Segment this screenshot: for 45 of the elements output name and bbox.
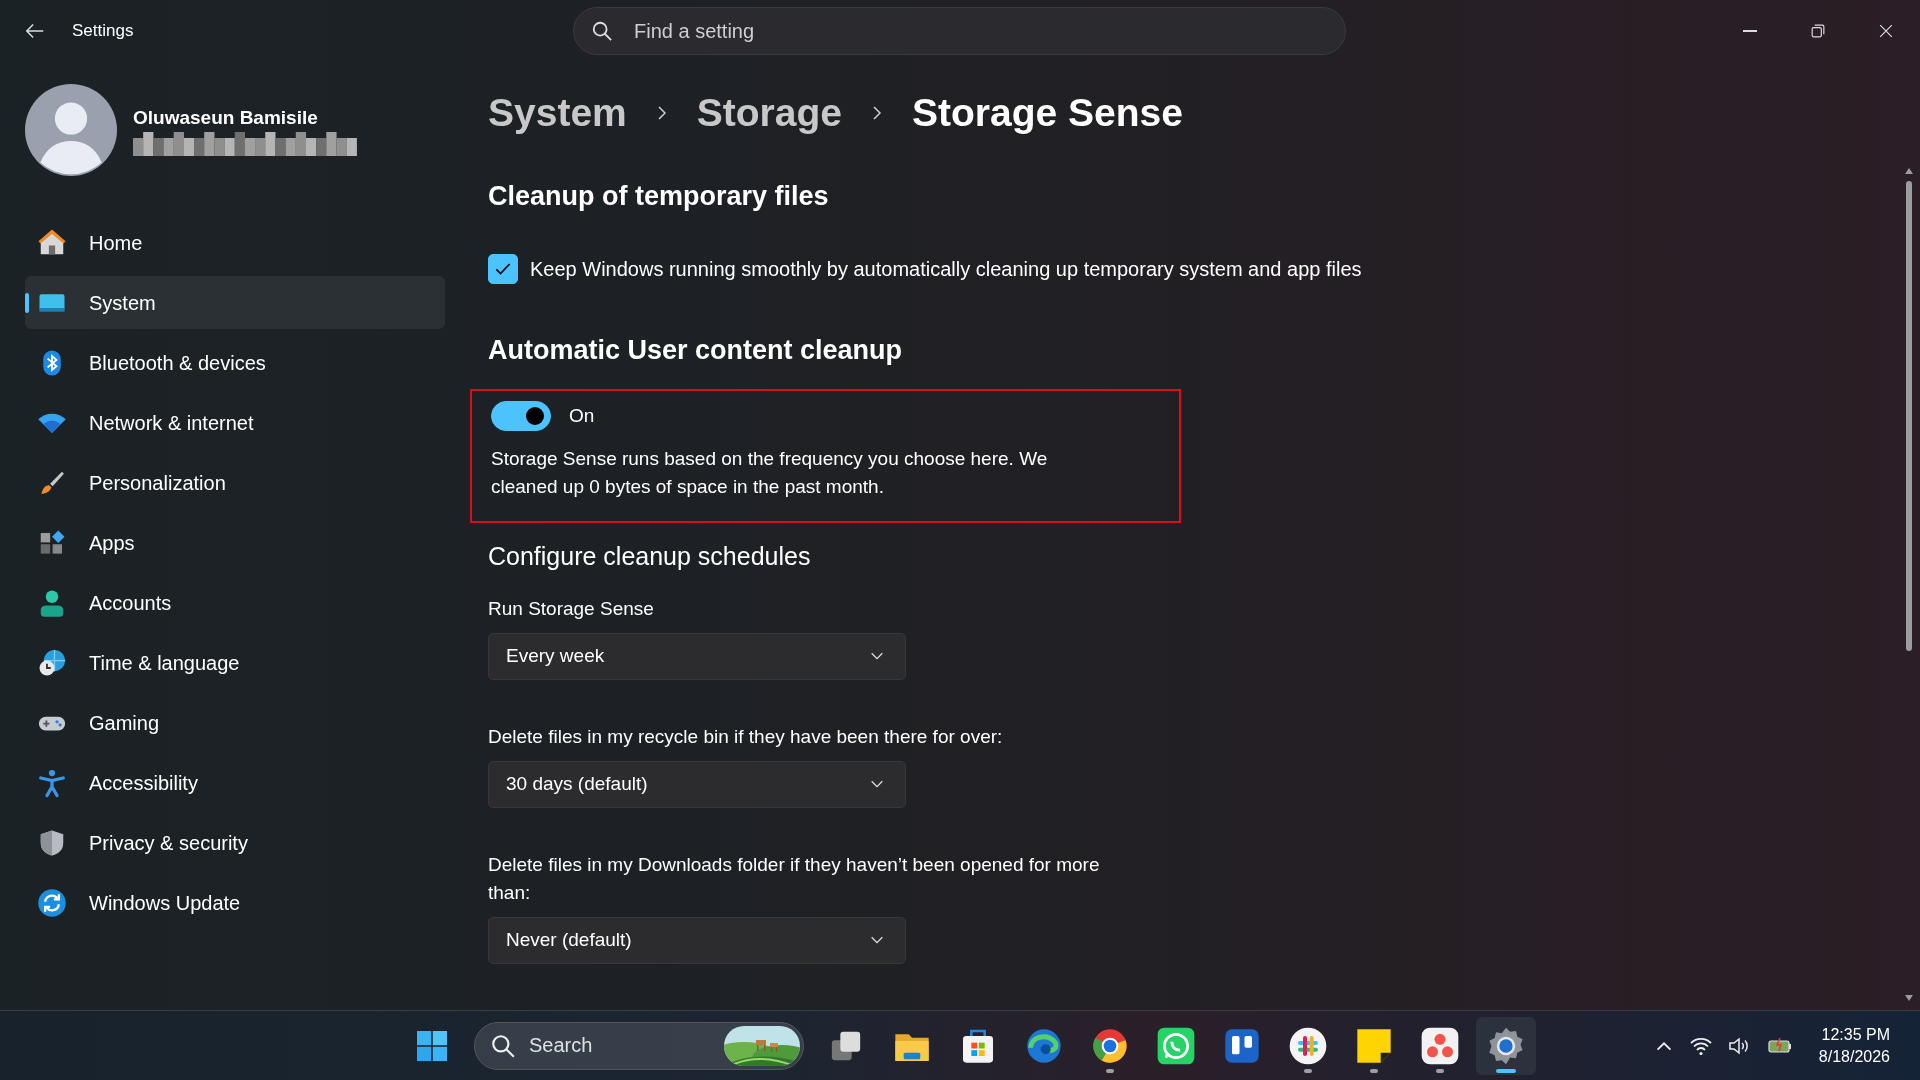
setting-label: Delete files in my Downloads folder if they haven’t been opened for more than: (488, 852, 1101, 905)
clock-time: 12:35 PM (1820, 1024, 1890, 1045)
sidebar-item[interactable]: Gaming (25, 696, 445, 749)
window-title: Settings (72, 20, 134, 43)
subsection-heading: Configure cleanup schedules (488, 540, 812, 571)
breadcrumb-item[interactable]: Storage (696, 83, 842, 143)
sidebar-item[interactable]: Accessibility (25, 756, 445, 809)
scrollbar-thumb[interactable] (1906, 181, 1912, 651)
breadcrumb-item[interactable]: System (488, 83, 627, 143)
checkbox[interactable] (488, 254, 518, 285)
sidebar-item[interactable]: Apps (25, 516, 445, 569)
checkbox-label: Keep Windows running smoothly by automatically cleaning up temporary system and app files (530, 257, 1362, 283)
toggle-label: On (569, 403, 595, 428)
dropdown[interactable]: 30 days (default) (488, 760, 906, 808)
settings-search-field[interactable]: Find a setting (573, 7, 1346, 55)
sidebar-item[interactable]: System (25, 276, 445, 329)
taskbar-button[interactable] (1476, 1016, 1536, 1075)
sidebar-item[interactable]: Privacy & security (25, 816, 445, 869)
sidebar-item[interactable]: Bluetooth & devices (25, 336, 445, 389)
sidebar-item[interactable]: Windows Update (25, 876, 445, 929)
gear-icon (1486, 1025, 1526, 1066)
pinwheel-icon (1288, 1025, 1328, 1066)
dropdown[interactable]: Every week (488, 632, 906, 680)
description-text: Storage Sense runs based on the frequency you choose here. We cleaned up 0 bytes of space in the past month. (491, 446, 1049, 499)
sidebar-item[interactable]: Personalization (25, 456, 445, 509)
sidebar-item[interactable]: Time & language (25, 636, 445, 689)
chat-bubble-icon (1156, 1025, 1196, 1066)
sidebar-item[interactable]: Accounts (25, 576, 445, 629)
user-name: Oluwaseun Bamisile (133, 105, 319, 130)
sidebar-item[interactable]: Network & internet (25, 396, 445, 449)
sync-icon (37, 887, 67, 918)
accessibility-icon (37, 767, 67, 798)
breadcrumb-item: Storage Sense (911, 89, 1183, 136)
globe-clock-icon (37, 647, 67, 678)
search-icon (490, 1032, 516, 1059)
section-heading: Automatic User content cleanup (488, 334, 904, 367)
setting-label: Run Storage Sense (488, 596, 655, 621)
clock-date: 8/18/2026 (1818, 1046, 1890, 1067)
dropdown[interactable]: Never (default) (488, 916, 906, 964)
sidebar-item[interactable]: Home (25, 216, 445, 269)
setting-label: Delete files in my recycle bin if they have been there for over: (488, 724, 1004, 749)
minimize-icon (1743, 30, 1757, 32)
section-heading: Cleanup of temporary files (488, 180, 830, 213)
toggle-switch[interactable] (491, 400, 551, 431)
three-dots-icon (1420, 1025, 1460, 1066)
